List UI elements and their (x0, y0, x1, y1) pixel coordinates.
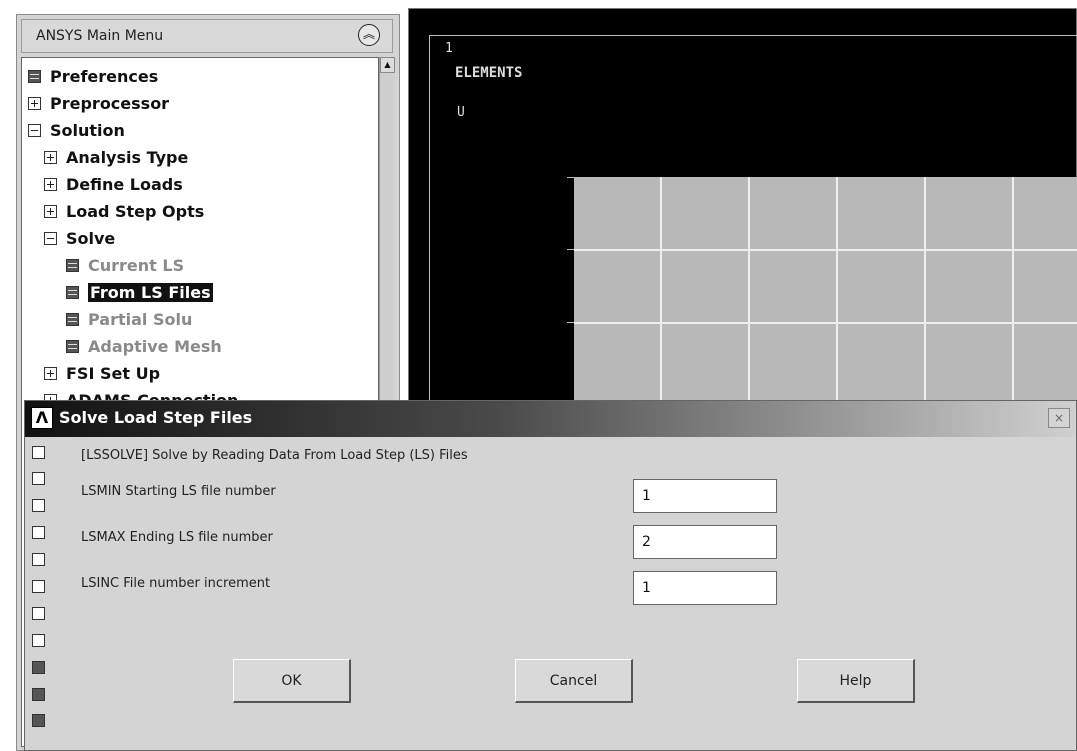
expand-icon (28, 96, 41, 110)
mesh-line (748, 177, 750, 409)
menu-item-label: FSI Set Up (66, 363, 161, 383)
menu-item-label: Preferences (50, 66, 159, 86)
mesh-line (924, 177, 926, 409)
menu-item-label: Analysis Type (66, 147, 189, 167)
lsinc-label: LSINC File number increment (81, 576, 271, 591)
menu-item-solution[interactable]: Solution (28, 118, 125, 142)
lsmax-label: LSMAX Ending LS file number (81, 530, 273, 545)
scroll-up-icon[interactable]: ▲ (380, 57, 395, 73)
expand-icon (32, 580, 45, 593)
expand-icon (32, 446, 45, 459)
main-menu-title: ANSYS Main Menu (36, 28, 164, 44)
dialog-icon (32, 661, 45, 674)
axis-tick (567, 249, 574, 250)
menu-item-label: Partial Solu (88, 309, 193, 329)
menu-item-preferences[interactable]: Preferences (28, 64, 158, 88)
menu-item-label: Preprocessor (50, 93, 170, 113)
mesh-line (660, 177, 662, 409)
expand-icon (32, 553, 45, 566)
cancel-button[interactable]: Cancel (515, 659, 633, 703)
collapse-tree-icon (28, 123, 41, 137)
expand-icon (32, 526, 45, 539)
dialog-icon (66, 258, 79, 272)
dialog-icon (66, 285, 79, 299)
element-mesh (574, 177, 1077, 409)
menu-item-fsi-set-up[interactable]: FSI Set Up (44, 361, 160, 385)
ok-button[interactable]: OK (233, 659, 351, 703)
collapse-icon[interactable]: ︽ (358, 24, 380, 46)
expand-icon (32, 472, 45, 485)
menu-item-solve[interactable]: Solve (44, 226, 115, 250)
plot-title: ELEMENTS (455, 65, 523, 81)
lsmin-input[interactable] (633, 479, 777, 513)
expand-icon (44, 150, 57, 164)
close-icon[interactable]: × (1048, 408, 1070, 428)
lsinc-input[interactable] (633, 571, 777, 605)
menu-item-label: Adaptive Mesh (88, 336, 222, 356)
ansys-logo-icon: Λ (31, 407, 53, 429)
menu-item-analysis-type[interactable]: Analysis Type (44, 145, 188, 169)
menu-item-label: Current LS (88, 255, 185, 275)
expand-icon (44, 204, 57, 218)
graphics-window: 1 ELEMENTS U (408, 8, 1077, 410)
window-number: 1 (445, 41, 453, 56)
help-button[interactable]: Help (797, 659, 915, 703)
dialog-titlebar[interactable]: Λ Solve Load Step Files × (25, 401, 1076, 437)
mesh-line (574, 249, 1077, 251)
dialog-icon (66, 339, 79, 353)
mesh-line (1012, 177, 1014, 409)
menu-item-load-step-opts[interactable]: Load Step Opts (44, 199, 204, 223)
expand-icon (44, 177, 57, 191)
dialog-icon (32, 688, 45, 701)
dialog-title: Solve Load Step Files (59, 408, 253, 427)
dialog-icon (28, 69, 41, 83)
menu-item-label: Solution (50, 120, 125, 140)
menu-item-label: Solve (66, 228, 116, 248)
axis-tick (567, 322, 574, 323)
menu-item-preprocessor[interactable]: Preprocessor (28, 91, 169, 115)
mesh-line (574, 322, 1077, 324)
menu-item-label: From LS Files (88, 282, 213, 302)
solve-load-step-files-dialog: Λ Solve Load Step Files × [LSSOLVE] Solv… (24, 400, 1077, 751)
collapse-tree-icon (44, 231, 57, 245)
dialog-icon (66, 312, 79, 326)
lsmin-label: LSMIN Starting LS file number (81, 484, 276, 499)
expand-icon (44, 366, 57, 380)
expand-icon (32, 499, 45, 512)
menu-item-current-ls[interactable]: Current LS (66, 253, 184, 277)
axis-tick (567, 177, 574, 178)
menu-item-partial-solu[interactable]: Partial Solu (66, 307, 192, 331)
dialog-description: [LSSOLVE] Solve by Reading Data From Loa… (81, 448, 468, 463)
dialog-icon (32, 714, 45, 727)
mesh-line (836, 177, 838, 409)
menu-item-adaptive-mesh[interactable]: Adaptive Mesh (66, 334, 222, 358)
displacement-symbol: U (457, 105, 465, 120)
expand-icon (32, 607, 45, 620)
menu-item-from-ls-files[interactable]: From LS Files (66, 280, 213, 304)
menu-item-label: Define Loads (66, 174, 183, 194)
menu-item-define-loads[interactable]: Define Loads (44, 172, 183, 196)
menu-item-label: Load Step Opts (66, 201, 205, 221)
main-menu-header: ANSYS Main Menu ︽ (21, 19, 393, 53)
lsmax-input[interactable] (633, 525, 777, 559)
expand-icon (32, 634, 45, 647)
